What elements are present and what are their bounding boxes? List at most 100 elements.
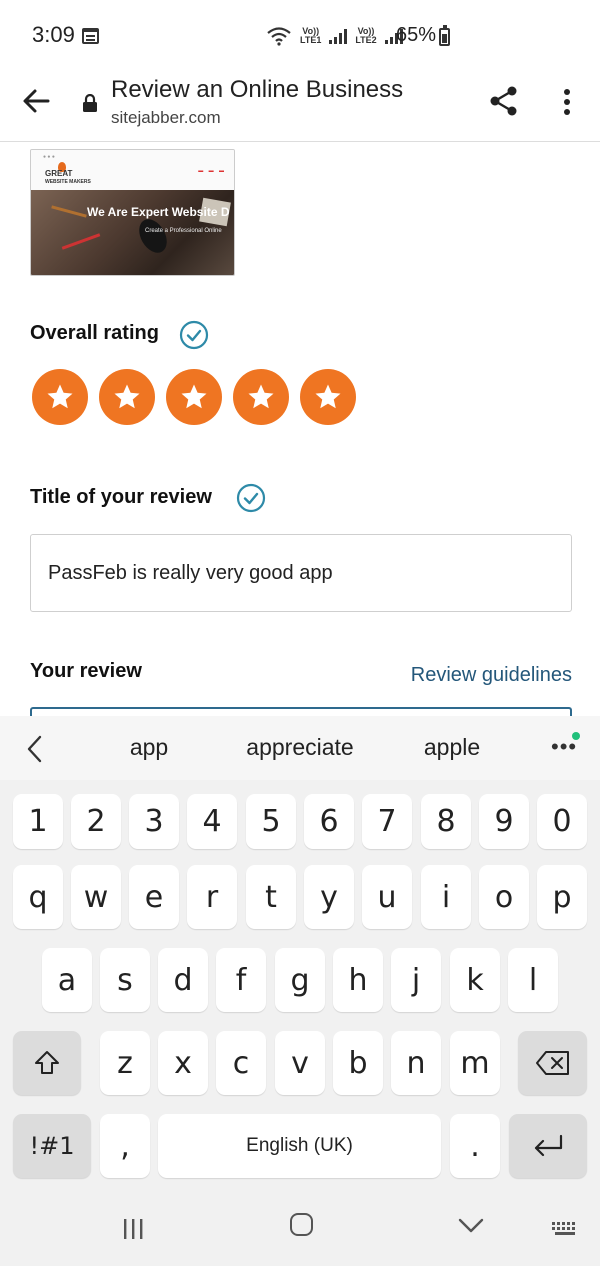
chevron-down-icon[interactable] bbox=[458, 1218, 484, 1234]
symbols-key[interactable]: !#1 bbox=[13, 1114, 91, 1178]
photo-mouse bbox=[133, 214, 173, 258]
logo-line2: WEBSITE MAKERS bbox=[45, 179, 91, 185]
thumbnail-logo: GREAT WEBSITE MAKERS bbox=[45, 170, 91, 186]
thumbnail-subtext: Create a Professional Online bbox=[145, 228, 222, 234]
key-n[interactable]: n bbox=[391, 1031, 441, 1095]
thumbnail-header: ● ● ● GREAT WEBSITE MAKERS ▬ ▬ ▬ bbox=[31, 150, 234, 190]
suggestion-1[interactable]: app bbox=[74, 734, 224, 761]
key-5[interactable]: 5 bbox=[246, 794, 296, 849]
key-w[interactable]: w bbox=[71, 865, 121, 929]
photo-pencil bbox=[61, 233, 101, 250]
key-t[interactable]: t bbox=[246, 865, 296, 929]
key-p[interactable]: p bbox=[537, 865, 587, 929]
more-options-icon[interactable] bbox=[555, 87, 579, 117]
key-8[interactable]: 8 bbox=[421, 794, 471, 849]
battery-icon bbox=[439, 25, 450, 46]
key-7[interactable]: 7 bbox=[362, 794, 412, 849]
key-x[interactable]: x bbox=[158, 1031, 208, 1095]
backspace-icon bbox=[535, 1051, 569, 1075]
photo-pencil bbox=[51, 205, 87, 218]
status-time: 3:09 bbox=[32, 22, 75, 47]
app-bar: Review an Online Business sitejabber.com bbox=[0, 70, 600, 142]
share-icon[interactable] bbox=[487, 84, 521, 118]
key-4[interactable]: 4 bbox=[187, 794, 237, 849]
enter-icon bbox=[534, 1134, 563, 1157]
keyboard-icon[interactable] bbox=[552, 1222, 578, 1236]
home-icon[interactable] bbox=[290, 1213, 313, 1236]
suggestion-3[interactable]: apple bbox=[377, 734, 527, 761]
key-i[interactable]: i bbox=[421, 865, 471, 929]
wifi-icon bbox=[267, 27, 291, 46]
status-bar: 3:09 Vo)) LTE1 Vo)) LTE2 65% bbox=[0, 0, 600, 70]
battery-percent: 65% bbox=[396, 24, 437, 46]
key-c[interactable]: c bbox=[216, 1031, 266, 1095]
key-z[interactable]: z bbox=[100, 1031, 150, 1095]
shift-icon bbox=[35, 1051, 59, 1074]
status-indicators: Vo)) LTE1 Vo)) LTE2 bbox=[266, 24, 403, 48]
chevron-left-icon[interactable] bbox=[24, 734, 46, 764]
enter-key[interactable] bbox=[509, 1114, 587, 1178]
star-icon bbox=[114, 384, 140, 409]
star-5[interactable] bbox=[300, 369, 356, 425]
thumbnail-headline: We Are Expert Website D bbox=[87, 205, 230, 219]
comma-key[interactable]: , bbox=[100, 1114, 150, 1178]
key-2[interactable]: 2 bbox=[71, 794, 121, 849]
back-arrow-icon[interactable] bbox=[20, 84, 54, 118]
key-9[interactable]: 9 bbox=[479, 794, 529, 849]
review-title-input[interactable]: PassFeb is really very good app bbox=[30, 534, 572, 612]
key-y[interactable]: y bbox=[304, 865, 354, 929]
period-key[interactable]: . bbox=[450, 1114, 500, 1178]
key-q[interactable]: q bbox=[13, 865, 63, 929]
key-s[interactable]: s bbox=[100, 948, 150, 1012]
star-icon bbox=[315, 384, 341, 409]
key-k[interactable]: k bbox=[450, 948, 500, 1012]
star-2[interactable] bbox=[99, 369, 155, 425]
page-url: sitejabber.com bbox=[111, 108, 221, 127]
recents-icon[interactable] bbox=[122, 1219, 144, 1239]
suggestion-bar: app appreciate apple ••• bbox=[0, 716, 600, 780]
star-1[interactable] bbox=[32, 369, 88, 425]
check-circle-icon bbox=[236, 483, 266, 513]
check-circle-icon bbox=[179, 320, 209, 350]
shift-key[interactable] bbox=[13, 1031, 81, 1095]
key-j[interactable]: j bbox=[391, 948, 441, 1012]
network-2-label: Vo)) LTE2 bbox=[355, 26, 377, 45]
space-key[interactable]: English (UK) bbox=[158, 1114, 441, 1178]
key-v[interactable]: v bbox=[275, 1031, 325, 1095]
logo-line1: GREAT bbox=[45, 169, 73, 178]
system-nav-bar bbox=[0, 1192, 600, 1266]
key-g[interactable]: g bbox=[275, 948, 325, 1012]
key-1[interactable]: 1 bbox=[13, 794, 63, 849]
star-icon bbox=[47, 384, 73, 409]
star-rating[interactable] bbox=[32, 369, 356, 425]
key-a[interactable]: a bbox=[42, 948, 92, 1012]
calendar-icon bbox=[82, 28, 99, 44]
business-thumbnail: ● ● ● GREAT WEBSITE MAKERS ▬ ▬ ▬ We Are … bbox=[30, 149, 235, 276]
key-m[interactable]: m bbox=[450, 1031, 500, 1095]
thumbnail-dots: ● ● ● bbox=[43, 154, 55, 160]
key-0[interactable]: 0 bbox=[537, 794, 587, 849]
key-r[interactable]: r bbox=[187, 865, 237, 929]
key-h[interactable]: h bbox=[333, 948, 383, 1012]
page-title: Review an Online Business bbox=[111, 76, 404, 103]
review-guidelines-link[interactable]: Review guidelines bbox=[411, 664, 572, 687]
key-l[interactable]: l bbox=[508, 948, 558, 1012]
key-f[interactable]: f bbox=[216, 948, 266, 1012]
star-icon bbox=[248, 384, 274, 409]
key-6[interactable]: 6 bbox=[304, 794, 354, 849]
overall-rating-label: Overall rating bbox=[30, 322, 159, 344]
key-e[interactable]: e bbox=[129, 865, 179, 929]
backspace-key[interactable] bbox=[518, 1031, 587, 1095]
key-d[interactable]: d bbox=[158, 948, 208, 1012]
suggestion-2[interactable]: appreciate bbox=[225, 734, 375, 761]
lock-icon bbox=[83, 94, 97, 112]
star-3[interactable] bbox=[166, 369, 222, 425]
key-b[interactable]: b bbox=[333, 1031, 383, 1095]
notification-dot bbox=[572, 732, 580, 740]
thumbnail-nav: ▬ ▬ ▬ bbox=[198, 168, 226, 174]
star-4[interactable] bbox=[233, 369, 289, 425]
key-3[interactable]: 3 bbox=[129, 794, 179, 849]
key-o[interactable]: o bbox=[479, 865, 529, 929]
keyboard: app appreciate apple ••• 1 2 3 4 5 6 7 8… bbox=[0, 716, 600, 1192]
key-u[interactable]: u bbox=[362, 865, 412, 929]
